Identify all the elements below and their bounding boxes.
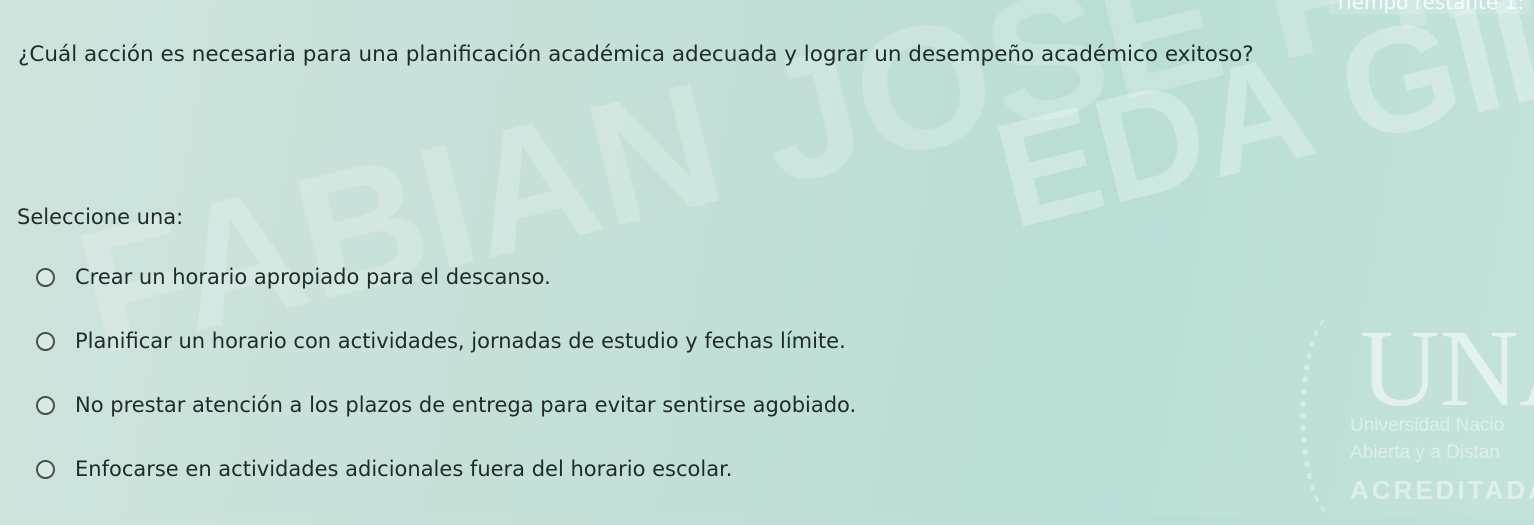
time-remaining-label: Tiempo restante 1: [1328, 0, 1530, 14]
radio-button-icon[interactable] [36, 267, 55, 287]
question-text: ¿Cuál acción es necesaria para una plani… [18, 42, 1254, 67]
radio-button-icon[interactable] [36, 459, 55, 479]
logo-text-line2: Abierta y a Distan [1350, 442, 1500, 463]
answer-option-label: Planificar un horario con actividades, j… [75, 329, 846, 353]
university-logo: UNA Universidad Nacio Abierta y a Distan… [1290, 285, 1534, 525]
logo-text-line1: Universidad Nacio [1350, 415, 1505, 436]
answer-option-label: Enfocarse en actividades adicionales fue… [75, 457, 733, 481]
select-one-prompt: Seleccione una: [17, 205, 184, 229]
logo-accredited-text: ACREDITADA [1350, 475, 1534, 505]
answer-option-label: Crear un horario apropiado para el desca… [75, 265, 551, 289]
answer-option-4[interactable]: Enfocarse en actividades adicionales fue… [36, 450, 856, 488]
logo-mark: UNA [1360, 307, 1534, 429]
answer-option-3[interactable]: No prestar atención a los plazos de entr… [36, 386, 856, 424]
answer-options: Crear un horario apropiado para el desca… [36, 258, 856, 514]
radio-button-icon[interactable] [36, 331, 55, 351]
answer-option-2[interactable]: Planificar un horario con actividades, j… [36, 322, 856, 360]
answer-option-1[interactable]: Crear un horario apropiado para el desca… [36, 258, 856, 296]
watermark-name-top: EDA GIL [980, 0, 1534, 260]
radio-button-icon[interactable] [36, 395, 55, 415]
answer-option-label: No prestar atención a los plazos de entr… [75, 393, 857, 417]
